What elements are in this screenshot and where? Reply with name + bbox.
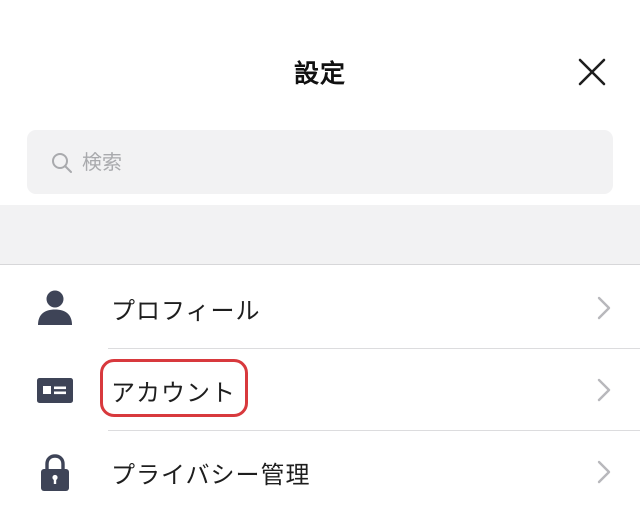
lock-icon xyxy=(41,454,69,491)
close-icon xyxy=(578,58,606,86)
chevron-right-icon xyxy=(597,378,611,402)
search-icon xyxy=(52,153,72,173)
chevron-right-icon xyxy=(597,460,611,484)
close-button[interactable] xyxy=(572,54,612,94)
header: 設定 xyxy=(0,0,640,120)
search-bar[interactable] xyxy=(27,130,613,194)
settings-item-label: アカウント xyxy=(111,379,236,407)
settings-list: プロフィール アカウント プライバシー管理 xyxy=(0,266,640,510)
settings-item-label: プライバシー管理 xyxy=(111,461,311,489)
page-title: 設定 xyxy=(293,59,346,88)
search-input[interactable] xyxy=(82,144,582,180)
settings-item-account[interactable]: アカウント xyxy=(0,348,640,430)
chevron-right-icon xyxy=(597,296,611,320)
settings-item-privacy[interactable]: プライバシー管理 xyxy=(0,430,640,510)
section-divider xyxy=(0,205,640,265)
settings-item-profile[interactable]: プロフィール xyxy=(0,266,640,348)
id-card-icon xyxy=(37,378,73,403)
settings-item-label: プロフィール xyxy=(111,297,261,325)
person-icon xyxy=(38,290,72,325)
